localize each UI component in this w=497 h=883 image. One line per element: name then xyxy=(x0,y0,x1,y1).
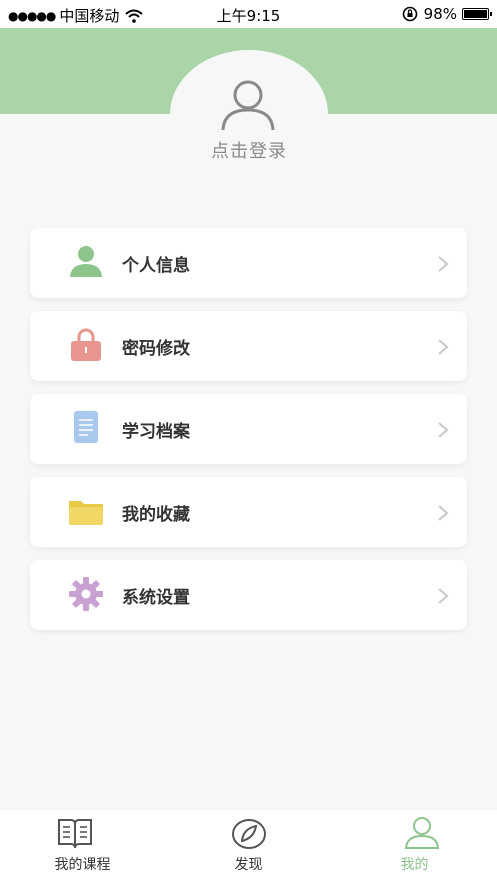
menu-item-favorites[interactable]: 我的收藏 xyxy=(30,477,467,547)
status-right: 98% xyxy=(402,5,492,23)
book-icon xyxy=(58,819,92,849)
chevron-right-icon xyxy=(438,256,449,272)
tab-bar: 我的课程 发现 我的 xyxy=(0,810,497,883)
login-link[interactable]: 点击登录 xyxy=(170,137,328,163)
chevron-right-icon xyxy=(438,588,449,604)
menu-label: 系统设置 xyxy=(122,588,190,608)
chevron-right-icon xyxy=(438,505,449,521)
chevron-right-icon xyxy=(438,422,449,438)
menu-item-settings[interactable]: 系统设置 xyxy=(30,560,467,630)
menu-item-personal-info[interactable]: 个人信息 xyxy=(30,228,467,298)
document-icon xyxy=(74,411,98,443)
folder-icon xyxy=(69,501,103,525)
chevron-right-icon xyxy=(438,339,449,355)
menu-label: 我的收藏 xyxy=(122,505,190,525)
battery-icon xyxy=(462,8,492,20)
menu-label: 密码修改 xyxy=(122,339,190,359)
menu-item-password[interactable]: 密码修改 xyxy=(30,311,467,381)
rotation-lock-icon xyxy=(402,6,417,22)
status-bar: ●●●●● 中国移动 上午9:15 98% xyxy=(0,0,497,28)
menu-label: 个人信息 xyxy=(122,256,190,276)
menu-label: 学习档案 xyxy=(122,422,190,442)
tab-mine[interactable]: 我的 xyxy=(332,810,497,883)
user-avatar-icon[interactable] xyxy=(220,78,276,132)
tab-label: 我的课程 xyxy=(54,857,111,873)
gear-icon xyxy=(69,577,103,611)
tab-label: 发现 xyxy=(234,857,263,873)
lock-icon xyxy=(71,328,101,361)
tab-my-courses[interactable]: 我的课程 xyxy=(0,810,165,883)
person-outline-icon xyxy=(404,817,440,849)
tab-discover[interactable]: 发现 xyxy=(166,810,331,883)
tab-label: 我的 xyxy=(400,857,429,873)
menu-item-study-archive[interactable]: 学习档案 xyxy=(30,394,467,464)
person-icon xyxy=(70,246,102,277)
battery-percent: 98% xyxy=(423,5,457,23)
compass-icon xyxy=(232,819,266,849)
